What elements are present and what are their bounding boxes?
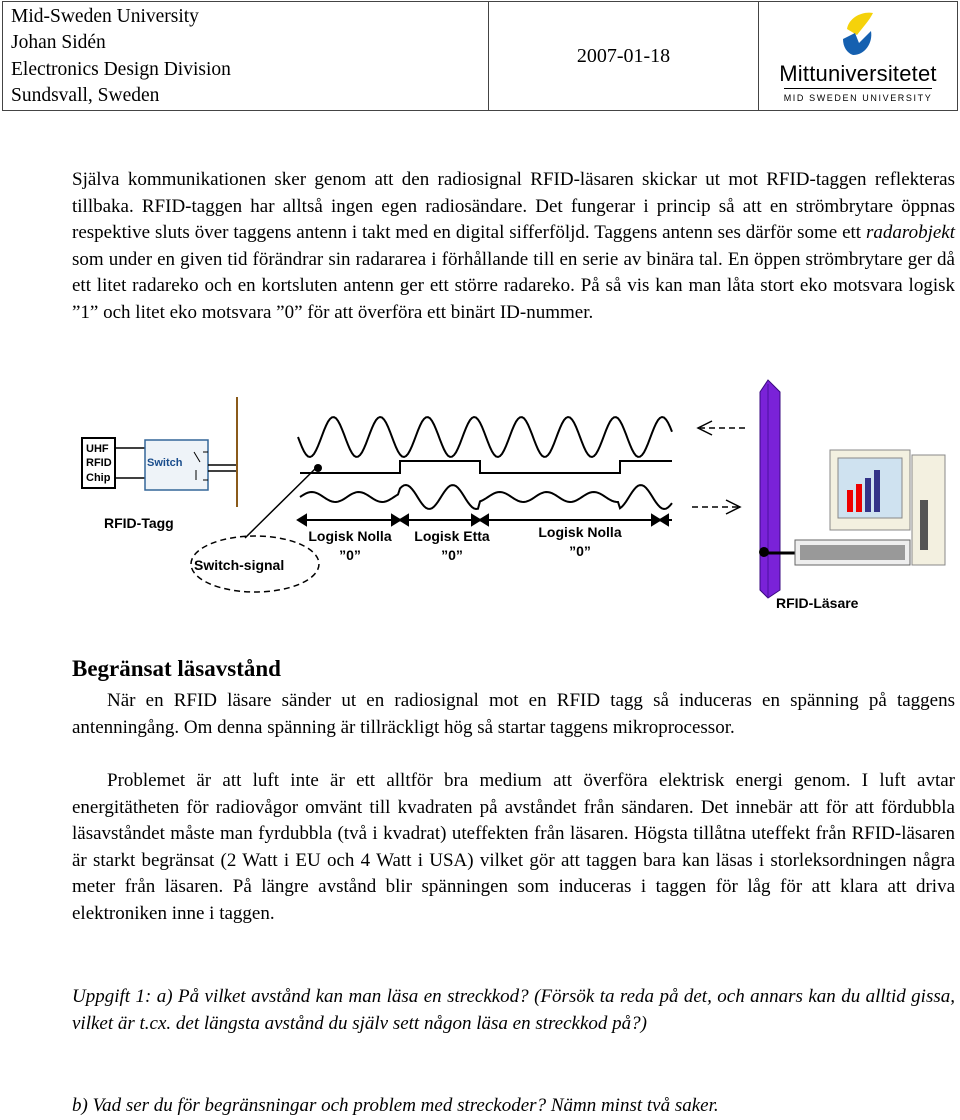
rfid-diagram: UHF RFID Chip Switch RFID-Tagg Switch-si…	[81, 379, 946, 611]
university-logo: Mittuniversitetet MID SWEDEN UNIVERSITY	[759, 2, 957, 110]
chip-label: RFID	[86, 457, 112, 469]
logo-text: Mittuniversitetet	[779, 61, 937, 86]
emphasis: radarobjekt	[865, 222, 955, 244]
chip-label: Chip	[86, 472, 111, 484]
segment-label: Logisk Nolla	[538, 524, 621, 540]
document-date: 2007-01-18	[489, 2, 759, 110]
switch-label: Switch	[147, 457, 183, 469]
intro-paragraph: Själva kommunikationen sker genom att de…	[72, 169, 955, 323]
logo-mark-icon	[843, 12, 873, 55]
division: Electronics Design Division	[11, 58, 231, 80]
tag-label: RFID-Tagg	[104, 515, 174, 531]
location: Sundsvall, Sweden	[11, 84, 160, 106]
segment-label: Logisk Nolla	[308, 528, 391, 544]
section-title: Begränsat läsavstånd	[72, 656, 281, 681]
reader-label: RFID-Läsare	[776, 595, 859, 611]
incoming-wave	[297, 415, 673, 459]
logo-subtitle: MID SWEDEN UNIVERSITY	[783, 88, 933, 103]
task-a: Uppgift 1: a) På vilket avstånd kan man …	[72, 986, 955, 1034]
segment-value: ”0”	[441, 547, 463, 563]
segment-value: ”0”	[569, 543, 591, 559]
segment-label: Logisk Etta	[414, 528, 490, 544]
university-name: Mid-Sweden University	[11, 6, 199, 27]
task-b: b) Vad ser du för begränsningar och prob…	[72, 1095, 719, 1116]
chip-label: UHF	[86, 443, 109, 455]
author-name: Johan Sidén	[11, 32, 106, 54]
switch-signal-wave	[300, 460, 672, 474]
reflected-wave	[299, 483, 673, 511]
switch-signal-label: Switch-signal	[194, 557, 284, 573]
author-block: Mid-Sweden University Johan Sidén Electr…	[3, 2, 489, 110]
section-paragraph-2: Problemet är att luft inte är ett alltfö…	[72, 770, 955, 924]
section-paragraph-1: När en RFID läsare sänder ut en radiosig…	[72, 690, 955, 738]
page-header: Mid-Sweden University Johan Sidén Electr…	[2, 1, 958, 111]
computer-icon	[794, 449, 946, 566]
reader-antenna	[759, 379, 781, 599]
segment-value: ”0”	[339, 547, 361, 563]
